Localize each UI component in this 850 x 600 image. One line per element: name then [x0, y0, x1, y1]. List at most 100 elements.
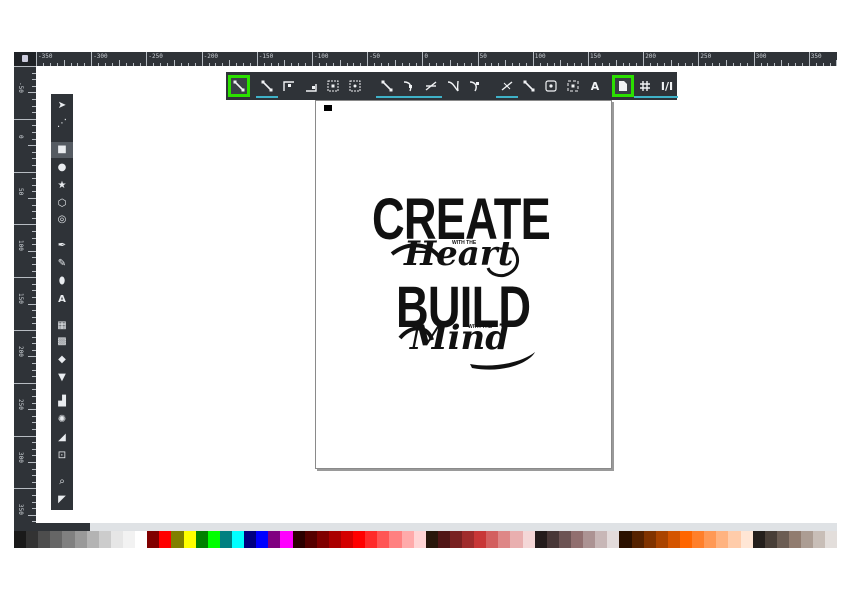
palette-swatch[interactable] — [377, 531, 390, 548]
snap-page-border-button[interactable] — [612, 75, 634, 97]
snap-bbox-midpoint-button[interactable] — [322, 75, 344, 97]
palette-swatch[interactable] — [135, 531, 148, 548]
palette-swatch[interactable] — [474, 531, 487, 548]
horizontal-scrollbar[interactable] — [14, 523, 837, 531]
palette-swatch[interactable] — [643, 531, 656, 548]
paint-bucket-icon[interactable]: ▼ — [51, 370, 73, 386]
palette-swatch[interactable] — [256, 531, 269, 548]
palette-swatch[interactable] — [268, 531, 281, 548]
palette-swatch[interactable] — [607, 531, 620, 548]
palette-swatch[interactable] — [219, 531, 232, 548]
connector-icon[interactable]: ⊡ — [51, 448, 73, 464]
ellipse-icon[interactable]: ● — [51, 160, 73, 176]
snap-path-button[interactable] — [398, 75, 420, 97]
rectangle-icon[interactable]: ■ — [51, 142, 73, 158]
eraser-icon[interactable]: ◢ — [51, 430, 73, 446]
vertical-ruler[interactable]: -50050100150200250300350400450 — [14, 66, 36, 548]
node-editor-icon[interactable]: ⋰ — [51, 116, 73, 132]
palette-swatch[interactable] — [159, 531, 172, 548]
palette-swatch[interactable] — [365, 531, 378, 548]
palette-swatch[interactable] — [510, 531, 523, 548]
palette-swatch[interactable] — [231, 531, 245, 548]
palette-swatch[interactable] — [825, 531, 837, 548]
palette-swatch[interactable] — [522, 531, 535, 548]
palette-swatch[interactable] — [813, 531, 826, 548]
palette-swatch[interactable] — [62, 531, 75, 548]
dropper-icon[interactable]: ◆ — [51, 352, 73, 368]
palette-swatch[interactable] — [50, 531, 63, 548]
palette-swatch[interactable] — [546, 531, 559, 548]
palette-swatch[interactable] — [207, 531, 220, 548]
palette-swatch[interactable] — [619, 531, 632, 548]
palette-swatch[interactable] — [449, 531, 463, 548]
palette-swatch[interactable] — [304, 531, 317, 548]
horizontal-ruler[interactable]: -350 -300 -250 -200 -150 -100 -50 0 50 100 150 200 2… — [14, 52, 837, 66]
snap-bbox-button[interactable] — [256, 75, 278, 97]
palette-swatch[interactable] — [292, 531, 305, 548]
palette-swatch[interactable] — [425, 531, 438, 548]
palette-swatch[interactable] — [486, 531, 499, 548]
selector-icon[interactable]: ➤ — [51, 98, 73, 114]
pen-icon[interactable]: ✒ — [51, 238, 73, 254]
palette-swatch[interactable] — [244, 531, 257, 548]
snap-nodes-button[interactable] — [376, 75, 398, 97]
mesh-icon[interactable]: ▩ — [51, 334, 73, 350]
palette-swatch[interactable] — [558, 531, 572, 548]
snap-bbox-center-button[interactable] — [344, 75, 366, 97]
snap-smooth-button[interactable] — [464, 75, 486, 97]
palette-swatch[interactable] — [401, 531, 414, 548]
snap-intersection-button[interactable] — [420, 75, 442, 97]
palette-swatch[interactable] — [462, 531, 475, 548]
pencil-icon[interactable]: ✎ — [51, 256, 73, 272]
palette-swatch[interactable] — [667, 531, 681, 548]
snap-object-center-button[interactable] — [540, 75, 562, 97]
palette-swatch[interactable] — [280, 531, 293, 548]
palette-swatch[interactable] — [86, 531, 99, 548]
spray-icon[interactable]: ✺ — [51, 412, 73, 428]
palette-swatch[interactable] — [110, 531, 123, 548]
palette-swatch[interactable] — [122, 531, 136, 548]
palette-swatch[interactable] — [764, 531, 777, 548]
palette-swatch[interactable] — [316, 531, 329, 548]
snap-grid-button[interactable] — [634, 75, 656, 97]
snap-cusp-button[interactable] — [442, 75, 464, 97]
snap-others-button[interactable] — [518, 75, 540, 97]
palette-swatch[interactable] — [680, 531, 693, 548]
snap-rotation-center-button[interactable] — [562, 75, 584, 97]
tweak-icon[interactable]: ▟ — [51, 394, 73, 410]
palette-swatch[interactable] — [571, 531, 584, 548]
palette-swatch[interactable] — [655, 531, 668, 548]
palette-swatch[interactable] — [631, 531, 644, 548]
palette-swatch[interactable] — [728, 531, 741, 548]
gradient-icon[interactable]: ▦ — [51, 318, 73, 334]
text-icon[interactable]: A — [51, 292, 73, 308]
palette-swatch[interactable] — [74, 531, 87, 548]
palette-swatch[interactable] — [183, 531, 196, 548]
palette-swatch[interactable] — [353, 531, 366, 548]
palette-swatch[interactable] — [98, 531, 111, 548]
palette-swatch[interactable] — [740, 531, 753, 548]
palette-swatch[interactable] — [413, 531, 426, 548]
palette-swatch[interactable] — [147, 531, 160, 548]
snap-line-midpoint-button[interactable] — [496, 75, 518, 97]
palette-swatch[interactable] — [328, 531, 341, 548]
palette-swatch[interactable] — [195, 531, 208, 548]
palette-swatch[interactable] — [340, 531, 354, 548]
artwork-group[interactable]: CREATE WITH THE Heart BUILD WITH THE Min… — [370, 187, 552, 372]
palette-swatch[interactable] — [534, 531, 547, 548]
palette-swatch[interactable] — [692, 531, 705, 548]
palette-swatch[interactable] — [595, 531, 608, 548]
star-icon[interactable]: ★ — [51, 178, 73, 194]
palette-swatch[interactable] — [389, 531, 402, 548]
box3d-icon[interactable]: ⬡ — [51, 196, 73, 212]
calligraphy-icon[interactable]: ⬮ — [51, 274, 73, 290]
snap-bbox-corner-button[interactable] — [300, 75, 322, 97]
palette-swatch[interactable] — [801, 531, 814, 548]
palette-swatch[interactable] — [26, 531, 39, 548]
zoom-icon[interactable]: ⌕ — [51, 474, 73, 490]
palette-swatch[interactable] — [583, 531, 596, 548]
snap-text-baseline-button[interactable]: A — [584, 75, 606, 97]
snap-toggle-button[interactable] — [228, 75, 250, 97]
palette-swatch[interactable] — [14, 531, 27, 548]
palette-swatch[interactable] — [789, 531, 802, 548]
